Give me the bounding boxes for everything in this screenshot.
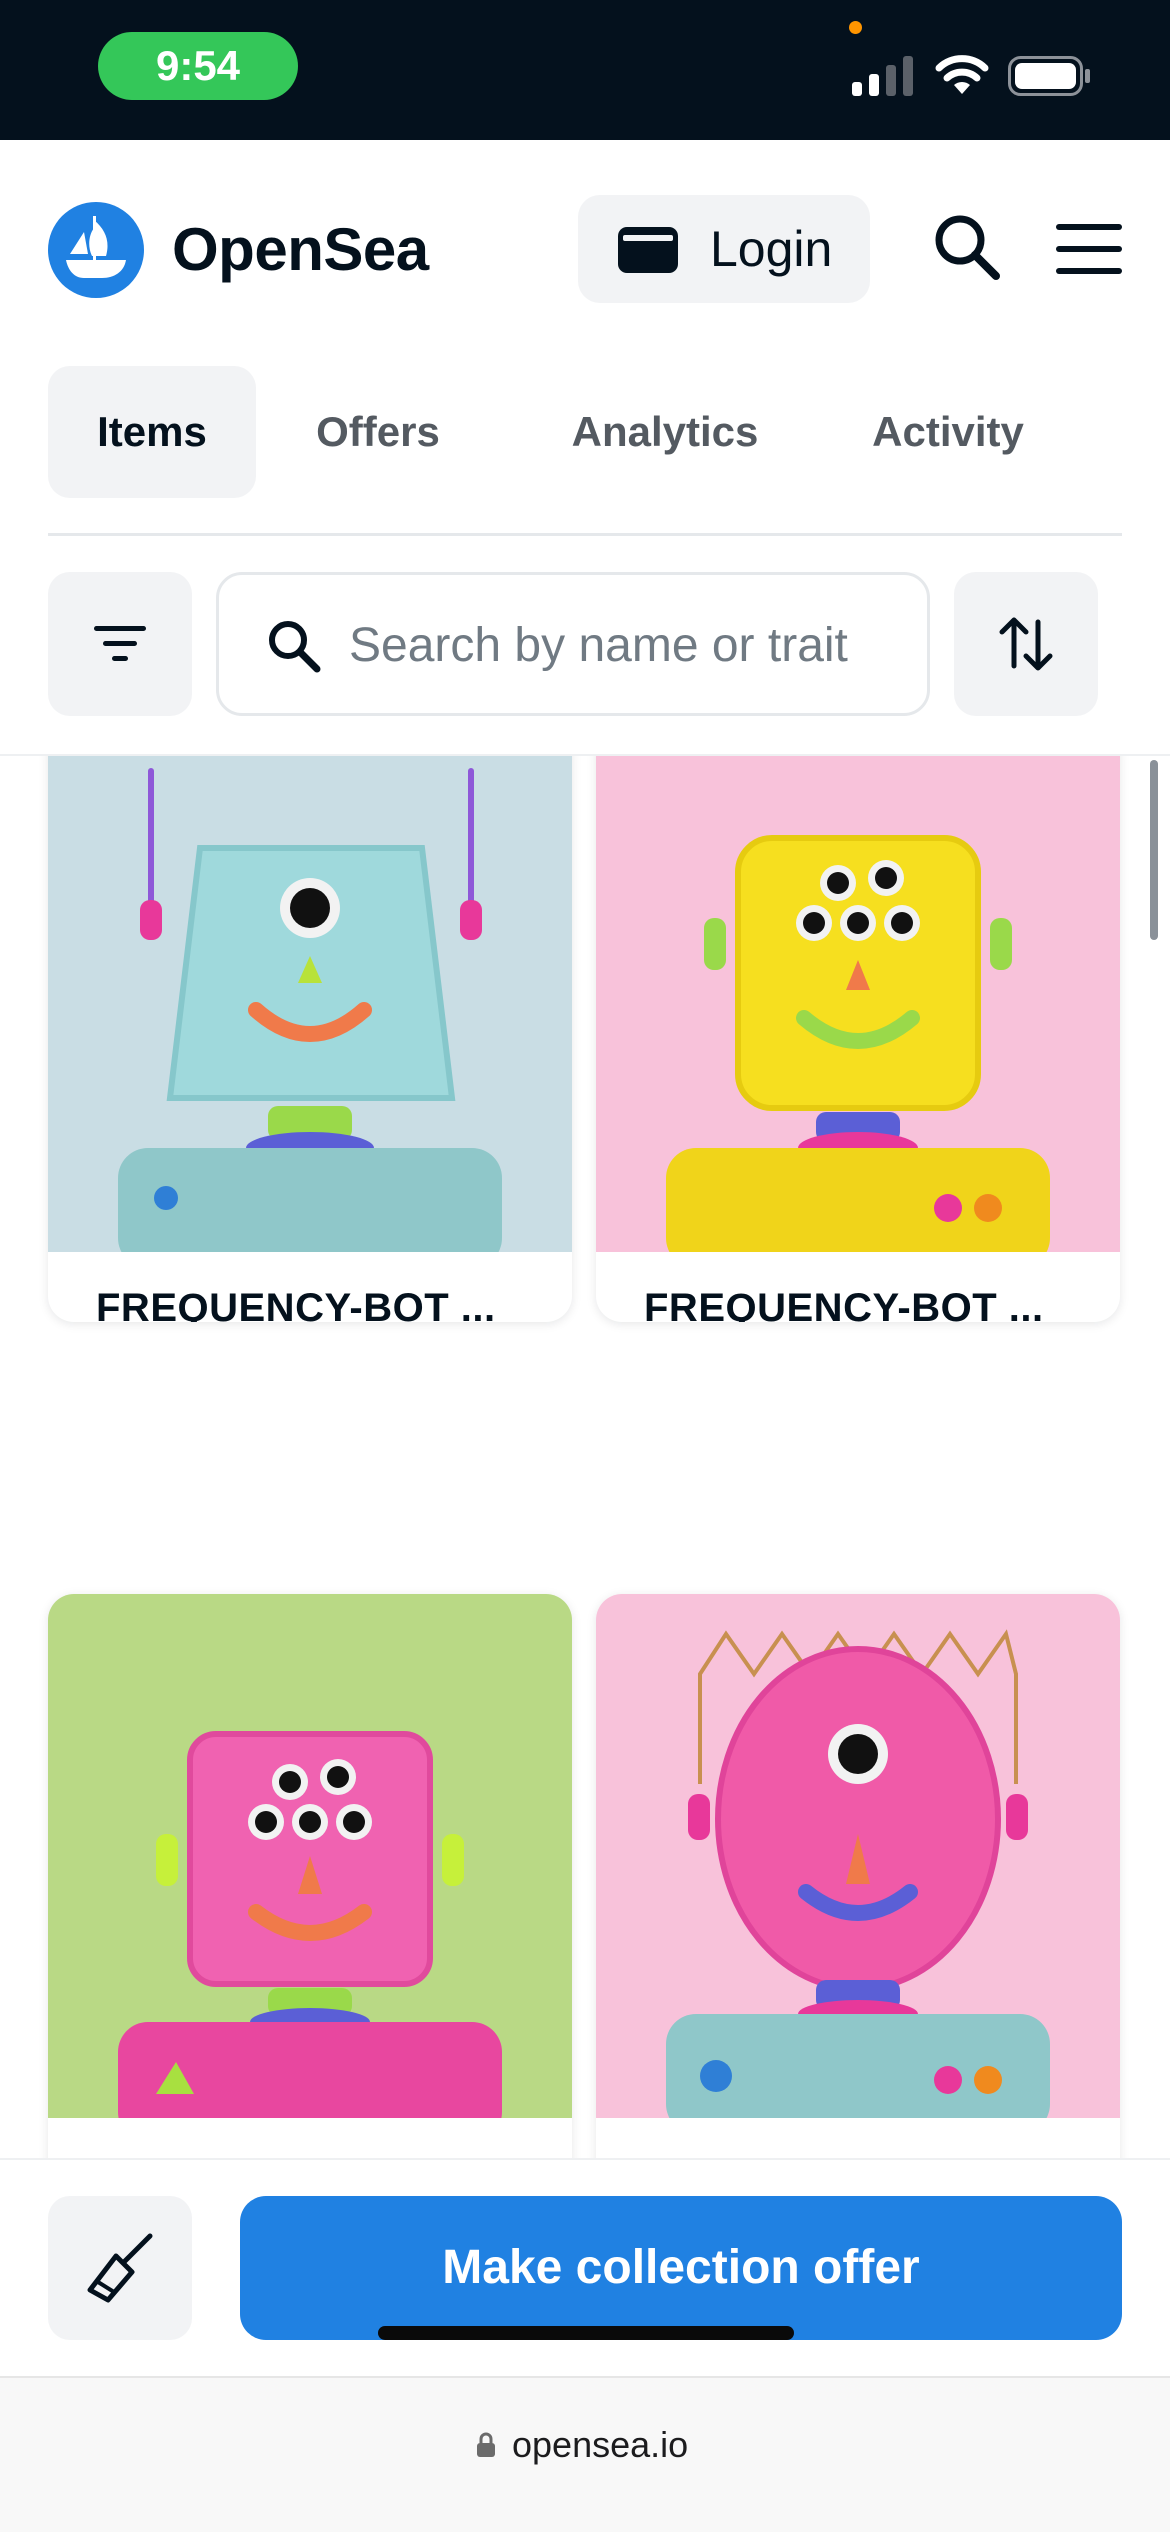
tab-items[interactable]: Items [48,366,256,498]
item-name[interactable]: FREQUENCY-BOT ... [96,1286,496,1322]
menu-icon[interactable] [1056,222,1122,276]
status-time[interactable]: 9:54 [98,32,298,100]
item-card[interactable] [48,1594,572,2158]
item-card[interactable]: FREQUENCY-BOT ... [596,756,1120,1322]
site-header: OpenSea Login [0,140,1170,355]
login-label: Login [710,221,833,277]
filter-icon [94,626,146,661]
opensea-logo-icon[interactable] [48,202,144,298]
sort-arrows-icon [999,617,1053,671]
tabs-divider [48,533,1122,536]
collection-tabs: Items Offers Analytics Activity [48,366,1122,498]
filter-button[interactable] [48,572,192,716]
lock-icon [477,2432,495,2457]
brand-name[interactable]: OpenSea [172,210,429,290]
signal-icon [852,56,913,96]
make-collection-offer-button[interactable]: Make collection offer [240,2196,1122,2340]
search-field[interactable] [216,572,930,716]
wallet-icon [618,227,678,273]
tab-offers[interactable]: Offers [288,366,468,498]
tab-activity[interactable]: Activity [828,366,1068,498]
sweep-button[interactable] [48,2196,192,2340]
tab-analytics[interactable]: Analytics [540,366,790,498]
sort-button[interactable] [954,572,1098,716]
search-icon[interactable] [930,210,1006,286]
status-bar: 9:54 [0,0,1170,140]
nft-image-robot-pink-oval[interactable] [596,1594,1120,2118]
nft-image-robot-blue[interactable] [48,756,572,1252]
battery-icon [1008,56,1090,96]
item-name[interactable]: FREQUENCY-BOT ... [644,1286,1044,1322]
privacy-indicator-dot [849,21,862,34]
search-field-icon [269,621,321,673]
wifi-icon [935,55,989,94]
item-card[interactable] [596,1594,1120,2158]
nft-image-robot-yellow[interactable] [596,756,1120,1252]
bottom-action-bar: Make collection offer [0,2158,1170,2376]
browser-url-bar[interactable]: opensea.io [0,2376,1170,2532]
nft-image-robot-pink-green[interactable] [48,1594,572,2118]
broom-icon [87,2233,153,2303]
url-text[interactable]: opensea.io [512,2422,688,2468]
item-card[interactable]: FREQUENCY-BOT ... [48,756,572,1322]
search-input[interactable] [349,595,909,695]
scrollbar-thumb[interactable] [1150,760,1158,940]
home-indicator[interactable] [378,2326,794,2340]
login-button[interactable]: Login [578,195,870,303]
items-grid: FREQUENCY-BOT ... FREQUENCY-BOT ... [0,754,1170,2158]
